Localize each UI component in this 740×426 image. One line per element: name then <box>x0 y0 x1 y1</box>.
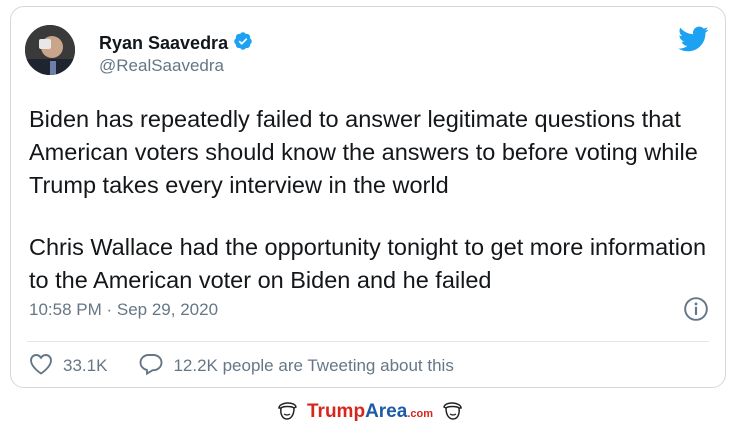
tweet-paragraph: Biden has repeatedly failed to answer le… <box>29 106 698 198</box>
verified-badge-icon <box>233 31 253 56</box>
divider <box>27 341 709 342</box>
avatar[interactable] <box>25 25 75 75</box>
watermark-brand-tld: .com <box>407 408 433 420</box>
author-name[interactable]: Ryan Saavedra <box>99 33 228 54</box>
tweet-paragraph: Chris Wallace had the opportunity tonigh… <box>29 234 707 293</box>
tweet-card: Ryan Saavedra @RealSaavedra Biden has re… <box>10 6 726 388</box>
tweet-text: Biden has repeatedly failed to answer le… <box>29 103 709 297</box>
trump-head-icon <box>275 399 299 426</box>
watermark-brand-part1: Trump <box>307 401 366 422</box>
heart-icon <box>29 353 53 380</box>
like-button[interactable]: 33.1K <box>29 353 107 380</box>
watermark-brand-part2: Area <box>365 401 408 422</box>
watermark: TrumpArea.com <box>0 398 740 426</box>
author-name-row[interactable]: Ryan Saavedra <box>99 31 253 56</box>
info-icon[interactable] <box>683 296 709 322</box>
twitter-bird-icon[interactable] <box>677 25 709 53</box>
speech-bubble-icon <box>139 353 163 380</box>
watermark-brand: TrumpArea.com <box>307 401 433 423</box>
conversation-button[interactable]: 12.2K people are Tweeting about this <box>139 353 454 380</box>
author-handle[interactable]: @RealSaavedra <box>99 56 224 76</box>
conversation-text: 12.2K people are Tweeting about this <box>173 356 454 375</box>
tweet-timestamp[interactable]: 10:58 PM · Sep 29, 2020 <box>29 300 218 320</box>
tweet-actions: 33.1K 12.2K people are Tweeting about th… <box>29 351 454 381</box>
like-count: 33.1K <box>63 356 108 375</box>
trump-head-icon <box>441 399 465 426</box>
